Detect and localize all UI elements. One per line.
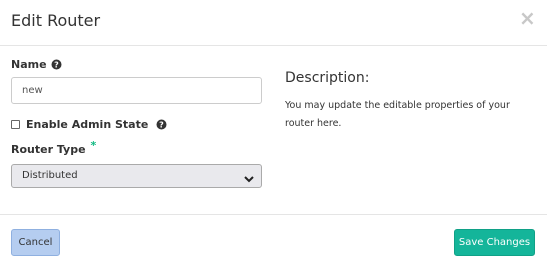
save-changes-button[interactable]: Save Changes — [454, 229, 535, 256]
modal-footer: Cancel Save Changes — [0, 214, 547, 267]
required-star: * — [90, 139, 97, 152]
description-panel: Description: You may update the editable… — [285, 70, 540, 133]
description-text: You may update the editable properties o… — [285, 100, 510, 129]
modal-title: Edit Router — [11, 11, 101, 30]
description-heading: Description: — [285, 70, 370, 86]
name-label: Name — [11, 58, 47, 71]
router-type-label-row: Router Type * — [11, 139, 262, 156]
svg-text:?: ? — [159, 121, 164, 130]
help-icon[interactable]: ? — [156, 119, 167, 130]
admin-state-label[interactable]: Enable Admin State — [26, 118, 148, 131]
router-type-label: Router Type — [11, 143, 86, 156]
router-form: Name ? Enable Admin State ? Router Type * — [11, 58, 262, 188]
name-label-row: Name ? — [11, 58, 262, 71]
admin-state-row: Enable Admin State ? — [11, 118, 262, 131]
admin-state-checkbox[interactable] — [11, 120, 20, 129]
modal-header: Edit Router × — [0, 0, 547, 46]
help-icon[interactable]: ? — [51, 59, 62, 70]
name-input[interactable] — [11, 77, 262, 104]
router-type-value: Distributed — [22, 170, 78, 181]
cancel-button[interactable]: Cancel — [11, 229, 60, 256]
close-icon[interactable]: × — [519, 8, 536, 28]
edit-router-modal: Edit Router × Name ? Enable Admin State … — [0, 0, 547, 267]
router-type-select[interactable]: Distributed — [11, 164, 262, 188]
chevron-down-icon — [243, 171, 255, 183]
svg-text:?: ? — [54, 61, 59, 70]
